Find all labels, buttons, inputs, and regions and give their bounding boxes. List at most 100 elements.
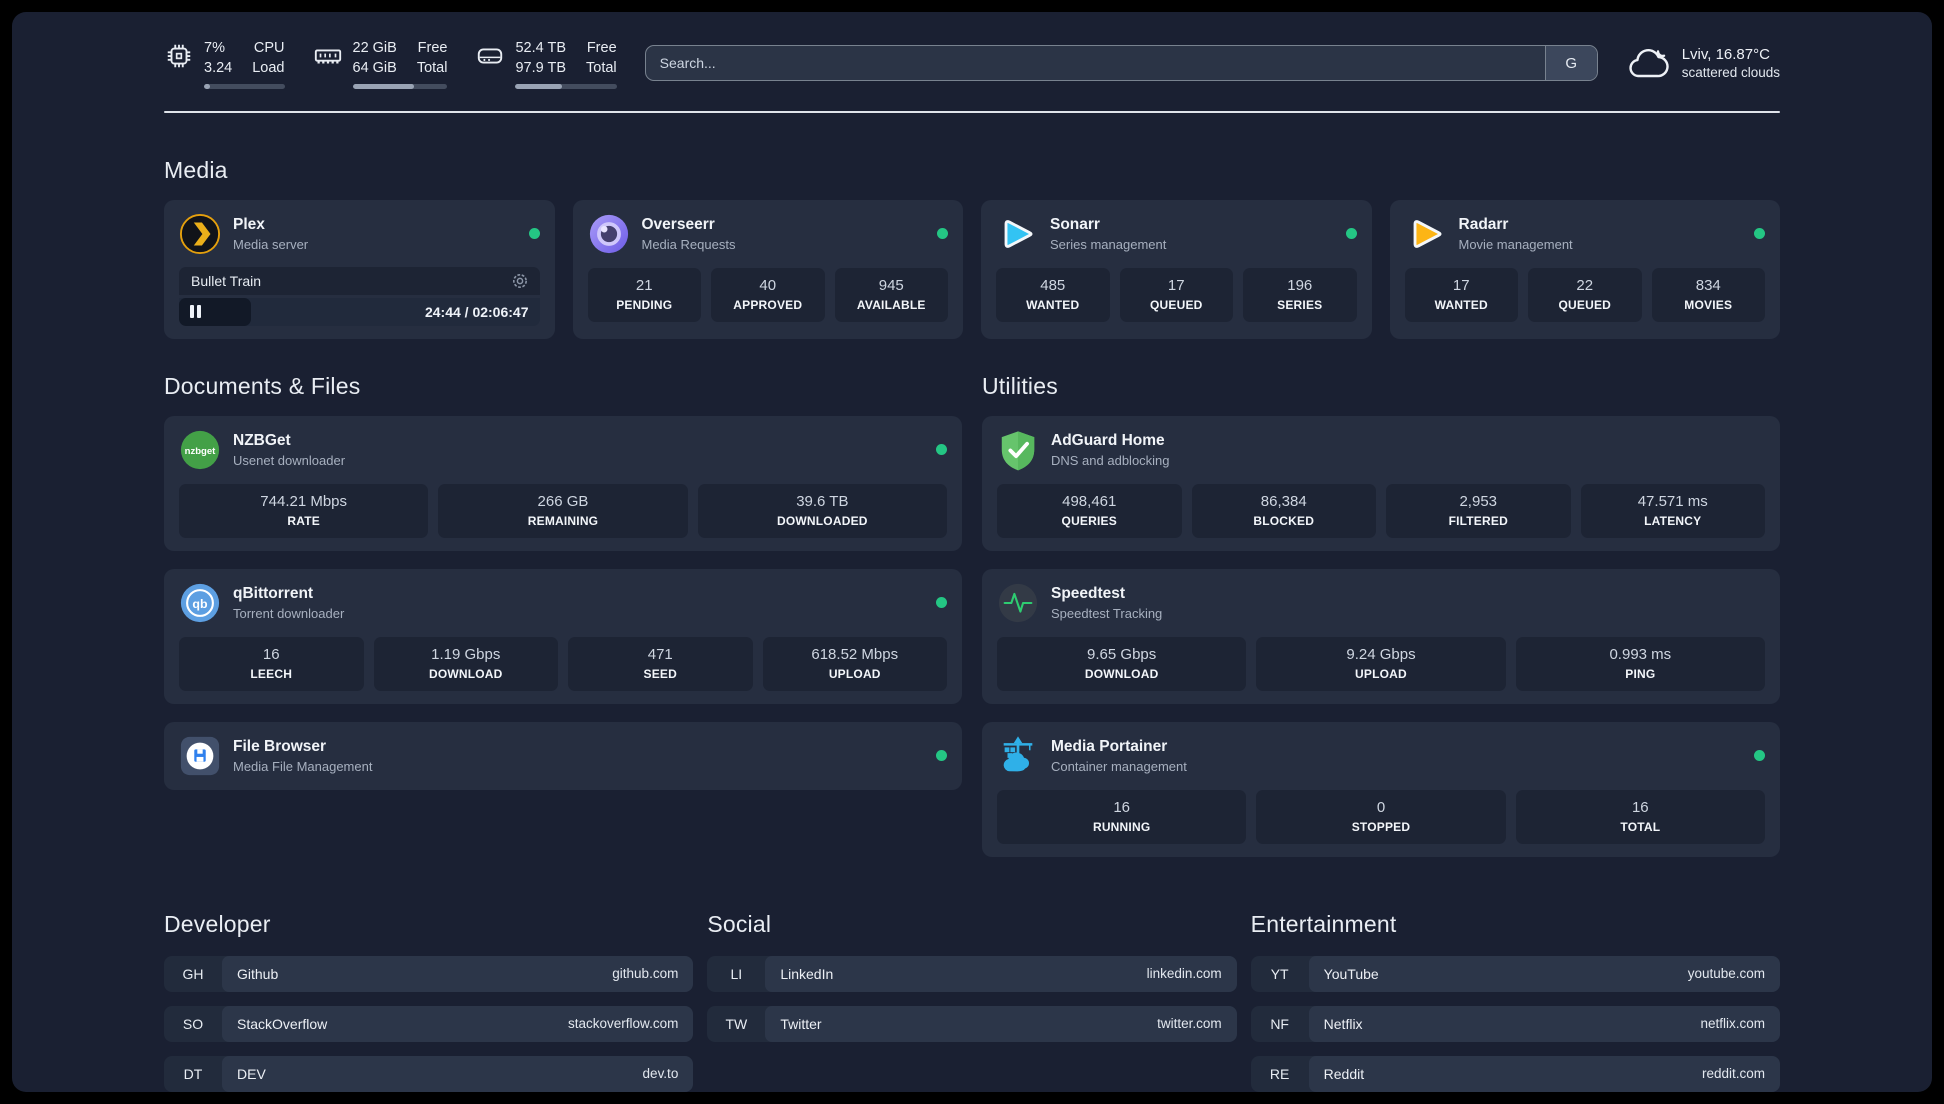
disk-total-label: Total bbox=[586, 60, 617, 77]
link-netflix[interactable]: NF Netflix netflix.com bbox=[1250, 1005, 1780, 1042]
search-bar: G bbox=[644, 45, 1598, 82]
app-link-speedtest[interactable]: Speedtest Speedtest Tracking bbox=[997, 582, 1765, 624]
ram-free-label: Free bbox=[417, 40, 448, 56]
app-link-portainer[interactable]: Media Portainer Container management bbox=[997, 735, 1765, 777]
section-title-documents: Documents & Files bbox=[164, 372, 361, 399]
link-tag: SO bbox=[182, 1015, 204, 1032]
card-nzbget: nzbget NZBGet Usenet downloader 744.21 M… bbox=[164, 415, 962, 551]
status-dot bbox=[936, 597, 947, 609]
ram-widget: 22 GiB 64 GiB Free Total bbox=[313, 38, 448, 89]
stat-blocked: 86,384 BLOCKED bbox=[1191, 483, 1376, 538]
ram-progress-track bbox=[352, 83, 448, 89]
stat-approved: 40 APPROVED bbox=[711, 267, 825, 322]
disk-widget: 52.4 TB 97.9 TB Free Total bbox=[475, 38, 617, 89]
app-subtitle: Media Requests bbox=[641, 236, 736, 252]
link-tag: LI bbox=[730, 965, 743, 982]
stat-movies: 834 MOVIES bbox=[1651, 267, 1765, 322]
cloud-icon bbox=[1629, 49, 1669, 78]
app-link-nzbget[interactable]: nzbget NZBGet Usenet downloader bbox=[179, 429, 947, 471]
radarr-icon bbox=[1413, 219, 1441, 248]
status-dot bbox=[936, 444, 947, 456]
ram-free-value: 22 GiB bbox=[352, 40, 397, 56]
link-tag: RE bbox=[1269, 1065, 1290, 1082]
stat-download: 1.19 Gbps DOWNLOAD bbox=[373, 636, 558, 691]
link-url: stackoverflow.com bbox=[568, 1016, 679, 1032]
link-url: twitter.com bbox=[1157, 1016, 1222, 1032]
app-name: AdGuard Home bbox=[1051, 431, 1165, 449]
status-dot bbox=[1345, 228, 1357, 240]
stat-running: 16 RUNNING bbox=[997, 789, 1247, 844]
card-filebrowser: File Browser Media File Management bbox=[164, 721, 962, 790]
stat-upload: 618.52 Mbps UPLOAD bbox=[762, 636, 947, 691]
ram-total-value: 64 GiB bbox=[352, 60, 397, 77]
media-grid: Plex Media server Bullet Train 24:44 / 0… bbox=[164, 199, 1780, 339]
adguard-icon bbox=[1001, 430, 1035, 470]
link-name: LinkedIn bbox=[780, 965, 834, 982]
link-linkedin[interactable]: LI LinkedIn linkedin.com bbox=[707, 955, 1237, 992]
dashboard: 7% 3.24 CPU Load 22 GiB 64 GiB Free Tota… bbox=[12, 12, 1932, 1092]
cpu-usage-label: CPU bbox=[253, 40, 285, 56]
status-dot bbox=[528, 228, 540, 240]
disk-progress-track bbox=[515, 83, 617, 89]
link-youtube[interactable]: YT YouTube youtube.com bbox=[1250, 955, 1780, 992]
section-title-utilities: Utilities bbox=[982, 372, 1058, 399]
link-name: YouTube bbox=[1323, 965, 1379, 982]
app-link-plex[interactable]: Plex Media server bbox=[179, 213, 540, 255]
app-subtitle: Container management bbox=[1051, 758, 1187, 774]
stream-settings-icon bbox=[512, 273, 527, 288]
stat-available: 945 AVAILABLE bbox=[834, 267, 948, 322]
app-link-qbittorrent[interactable]: qb qBittorrent Torrent downloader bbox=[179, 582, 947, 624]
header-divider bbox=[164, 110, 1780, 113]
link-url: youtube.com bbox=[1687, 966, 1765, 982]
app-name: NZBGet bbox=[233, 431, 291, 449]
card-qbittorrent: qb qBittorrent Torrent downloader 16 LEE… bbox=[164, 568, 962, 704]
disk-icon bbox=[478, 48, 503, 64]
link-github[interactable]: GH Github github.com bbox=[164, 955, 694, 992]
status-dot bbox=[937, 228, 948, 240]
qbittorrent-icon: qb bbox=[180, 583, 220, 622]
search-input[interactable] bbox=[645, 55, 1545, 72]
link-name: Github bbox=[237, 965, 279, 982]
ram-progress-fill bbox=[352, 83, 415, 89]
search-engine-button[interactable]: G bbox=[1544, 46, 1597, 81]
app-link-radarr[interactable]: Radarr Movie management bbox=[1405, 213, 1765, 255]
app-name: Plex bbox=[233, 215, 265, 233]
link-name: Netflix bbox=[1323, 1015, 1363, 1032]
stat-download: 9.65 Gbps DOWNLOAD bbox=[997, 636, 1247, 691]
sonarr-icon bbox=[1004, 219, 1033, 248]
card-sonarr: Sonarr Series management 485 WANTED 17 Q… bbox=[981, 199, 1372, 339]
developer-column: Developer GH Github github.com SO StackO… bbox=[164, 911, 694, 1092]
stat-wanted: 17 WANTED bbox=[1404, 267, 1518, 322]
link-stackoverflow[interactable]: SO StackOverflow stackoverflow.com bbox=[164, 1005, 694, 1042]
filebrowser-icon bbox=[180, 736, 220, 775]
link-name: Twitter bbox=[780, 1015, 822, 1032]
app-link-adguard[interactable]: AdGuard Home DNS and adblocking bbox=[997, 429, 1765, 471]
cpu-progress-fill bbox=[204, 83, 210, 89]
weather-condition: scattered clouds bbox=[1681, 65, 1780, 81]
link-reddit[interactable]: RE Reddit reddit.com bbox=[1250, 1055, 1780, 1092]
link-url: netflix.com bbox=[1700, 1016, 1765, 1032]
app-name: Media Portainer bbox=[1051, 737, 1168, 755]
app-link-sonarr[interactable]: Sonarr Series management bbox=[996, 213, 1357, 255]
link-url: github.com bbox=[612, 966, 679, 982]
ram-icon bbox=[314, 49, 341, 64]
link-twitter[interactable]: TW Twitter twitter.com bbox=[707, 1005, 1237, 1042]
playback-progress-bar: 24:44 / 02:06:47 bbox=[179, 297, 540, 326]
system-stats: 7% 3.24 CPU Load 22 GiB 64 GiB Free Tota… bbox=[164, 38, 617, 89]
stat-upload: 9.24 Gbps UPLOAD bbox=[1256, 636, 1506, 691]
section-title-entertainment: Entertainment bbox=[1250, 910, 1397, 937]
app-subtitle: Series management bbox=[1050, 236, 1167, 252]
stat-total: 16 TOTAL bbox=[1515, 789, 1765, 844]
link-name: Reddit bbox=[1323, 1065, 1365, 1082]
stat-queued: 17 QUEUED bbox=[1119, 267, 1233, 322]
app-link-overseerr[interactable]: Overseerr Media Requests bbox=[588, 213, 948, 255]
card-overseerr: Overseerr Media Requests 21 PENDING 40 A… bbox=[572, 199, 963, 339]
link-tag: TW bbox=[725, 1015, 748, 1032]
link-dev[interactable]: DT DEV dev.to bbox=[164, 1055, 694, 1092]
cpu-load-label: Load bbox=[252, 60, 285, 77]
app-link-filebrowser[interactable]: File Browser Media File Management bbox=[179, 735, 947, 777]
stat-seed: 471 SEED bbox=[568, 636, 753, 691]
app-subtitle: Movie management bbox=[1458, 236, 1573, 252]
pause-button[interactable] bbox=[190, 305, 201, 319]
app-subtitle: Speedtest Tracking bbox=[1051, 605, 1163, 621]
